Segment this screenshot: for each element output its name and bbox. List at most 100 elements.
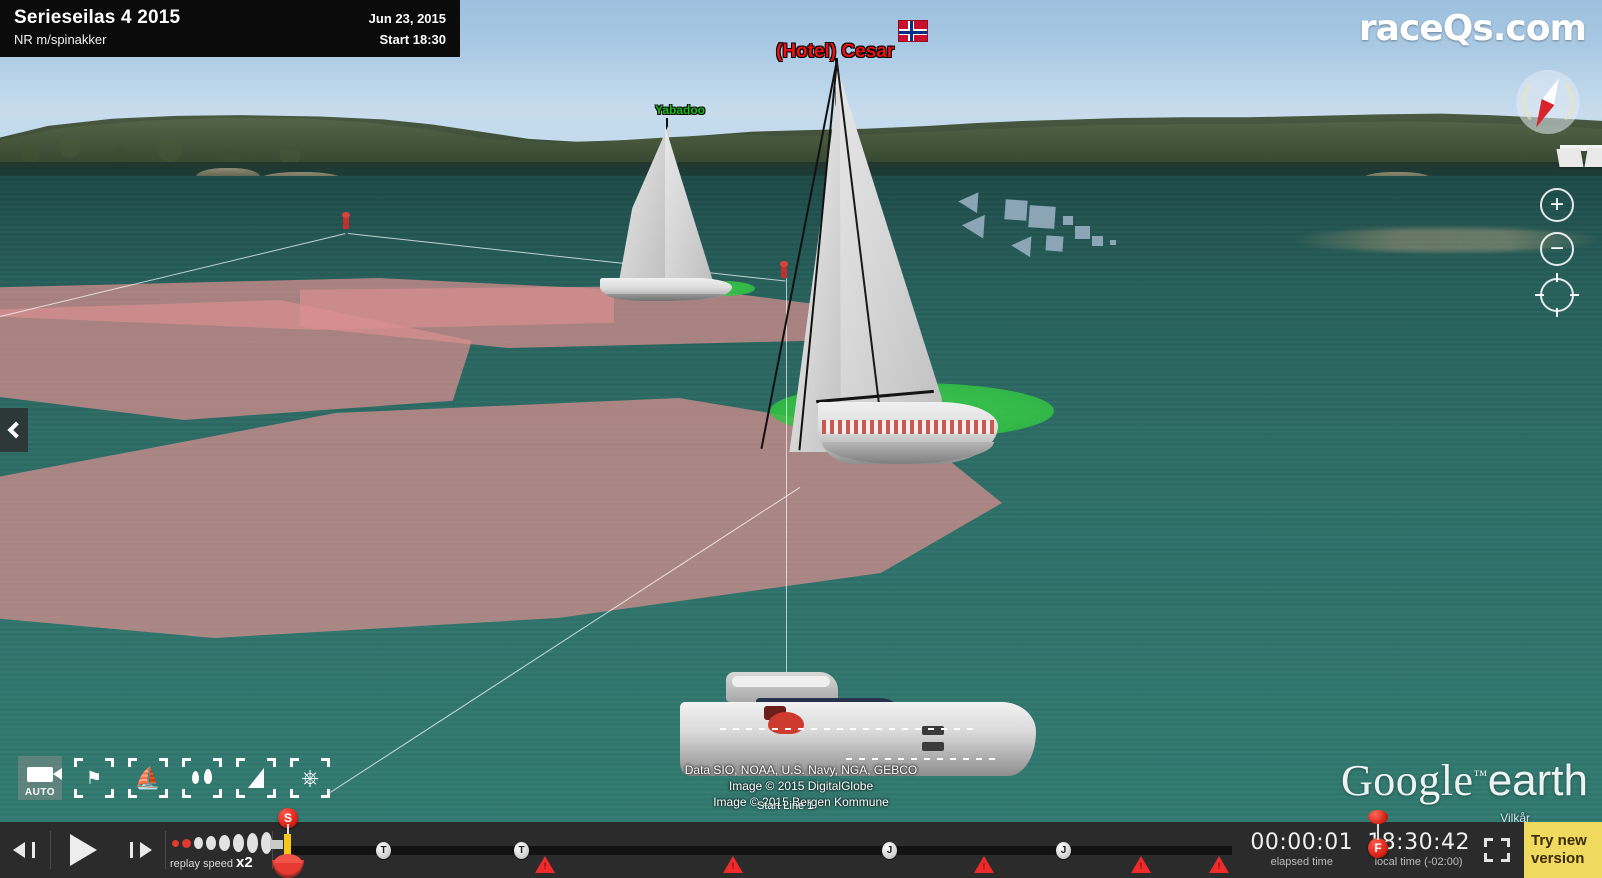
camera-auto-button[interactable]: AUTO (18, 756, 62, 800)
marker-label: J (886, 845, 893, 856)
raceqs-logo-q: Q (1442, 8, 1474, 49)
wind-drops-icon (191, 769, 213, 787)
motorboat[interactable] (660, 668, 1060, 808)
elapsed-time-block: 00:00:01 elapsed time (1250, 831, 1353, 869)
raceqs-logo[interactable]: raceQs.com (1358, 8, 1587, 49)
chevron-left-icon (7, 421, 25, 439)
sailboat-yabadoo[interactable] (596, 118, 746, 303)
camera-boat-button[interactable]: ⛵ (126, 756, 170, 800)
speed-dot[interactable] (219, 835, 230, 851)
race-date: Jun 23, 2015 (368, 11, 446, 26)
cabin-window (732, 676, 830, 687)
try-new-line-2: version (1531, 850, 1585, 867)
jib-sail (789, 70, 841, 452)
step-forward-icon (128, 840, 152, 860)
replay-speed-label: replay speed (170, 858, 233, 870)
compass-icon[interactable] (1516, 70, 1580, 134)
elapsed-time-label: elapsed time (1270, 856, 1333, 868)
timeline-alert-marker[interactable]: ! (723, 856, 743, 873)
camera-sail-button[interactable] (234, 756, 278, 800)
timeline-track[interactable] (285, 846, 1233, 855)
camera-wind-button[interactable] (180, 756, 224, 800)
boat-label-hotel-cesar: (Hotel) Cesar (776, 41, 895, 62)
race-class: NR m/spinakker (14, 32, 107, 47)
speed-dot[interactable] (172, 839, 179, 847)
mainsail (618, 124, 670, 286)
earth-wordmark: earth (1487, 756, 1588, 805)
replay-speed-label-group: replay speed x2 (170, 854, 253, 871)
timeline-cursor-handle[interactable] (272, 854, 304, 878)
speed-dot[interactable] (206, 836, 216, 850)
raceqs-logo-prefix: race (1358, 8, 1444, 49)
google-earth-logo: Google™earth (1341, 755, 1588, 806)
try-new-line-1: Try new (1531, 832, 1587, 849)
sail-icon (248, 768, 264, 788)
timeline-marker-jibe[interactable]: J (1056, 842, 1071, 859)
map-pin-icon: ⚑ (85, 768, 103, 788)
timeline-marker-tack[interactable]: T (514, 842, 529, 859)
zoom-in-button[interactable]: + (1540, 188, 1574, 222)
ships-wheel-icon: ⎈ (301, 765, 319, 790)
life-raft (768, 712, 804, 734)
step-back-icon (13, 840, 37, 860)
speed-dot[interactable] (194, 837, 203, 849)
sailboat-icon: ⛵ (134, 766, 162, 790)
minus-icon: − (1549, 235, 1564, 262)
timeline-finish-marker[interactable]: F (1368, 838, 1388, 858)
timeline-marker-tack[interactable]: T (376, 842, 391, 859)
deck-rail (720, 728, 980, 730)
timeline-marker-jibe[interactable]: J (882, 842, 897, 859)
porthole (922, 742, 944, 751)
camera-helm-button[interactable]: ⎈ (288, 756, 332, 800)
local-time-label: local time (-02:00) (1374, 856, 1463, 868)
race-info-panel: Serieseilas 4 2015 Jun 23, 2015 NR m/spi… (0, 0, 460, 57)
race-start-time: Start 18:30 (379, 32, 446, 47)
timeline-alert-marker[interactable]: ! (1131, 856, 1151, 873)
start-marker-label: S (283, 811, 292, 825)
timeline-alert-marker[interactable]: ! (535, 856, 555, 873)
step-back-button[interactable] (0, 822, 50, 878)
deck-rail (846, 758, 996, 760)
replay-speed-control[interactable]: replay speed x2 (166, 822, 272, 878)
camera-map-button[interactable]: ⚑ (72, 756, 116, 800)
hull (680, 702, 1036, 776)
trademark-icon: ™ (1473, 768, 1488, 784)
zoom-out-button[interactable]: − (1540, 232, 1574, 266)
raceqs-logo-suffix: s.com (1472, 8, 1587, 49)
fullscreen-button[interactable] (1484, 838, 1510, 862)
finish-marker-label: F (1374, 841, 1382, 855)
replay-speed-dots[interactable] (172, 832, 272, 854)
race-title: Serieseilas 4 2015 (14, 7, 181, 28)
crosshair-icon (1535, 273, 1579, 317)
finish-flag-ball (1368, 810, 1388, 824)
hull-stripe (822, 420, 994, 434)
sidebar-collapse-toggle[interactable] (0, 408, 28, 452)
look-around-button[interactable] (1535, 273, 1579, 317)
norway-flag-icon (898, 20, 928, 42)
speed-dot[interactable] (233, 834, 244, 852)
camera-auto-label: AUTO (24, 787, 56, 798)
play-icon (69, 834, 97, 866)
timeline-alert-marker[interactable]: ! (974, 856, 994, 873)
earth-3d-viewport[interactable]: Yabadoo (Hotel) Cesar (0, 0, 1602, 878)
marker-label: J (1060, 845, 1067, 856)
timeline-alert-marker[interactable]: ! (1209, 856, 1229, 873)
raceqs-replay-app: Yabadoo (Hotel) Cesar Serieseilas 4 2015… (0, 0, 1602, 878)
jib-sail (665, 126, 714, 284)
sailboat-hotel-cesar[interactable] (760, 50, 1010, 470)
play-button[interactable] (51, 822, 115, 878)
playback-bar: replay speed x2 T T J J ! ! ! ! ! S F 00… (0, 808, 1602, 878)
speed-dot[interactable] (247, 833, 258, 853)
step-forward-button[interactable] (115, 822, 165, 878)
race-mark-buoy (342, 212, 350, 229)
marker-label: T (380, 845, 387, 856)
hull-shadow (606, 294, 724, 301)
timeline-scrubber[interactable]: T T J J ! ! ! ! ! S F (270, 808, 1388, 878)
google-wordmark: Google (1340, 756, 1474, 805)
start-line-label: Start Line 1 (757, 800, 814, 812)
try-new-version-button[interactable]: Try new version (1524, 822, 1602, 878)
speed-dot[interactable] (182, 838, 191, 848)
replay-speed-value: x2 (236, 854, 253, 871)
boat-label-yabadoo: Yabadoo (655, 103, 706, 117)
video-camera-icon (27, 766, 62, 782)
